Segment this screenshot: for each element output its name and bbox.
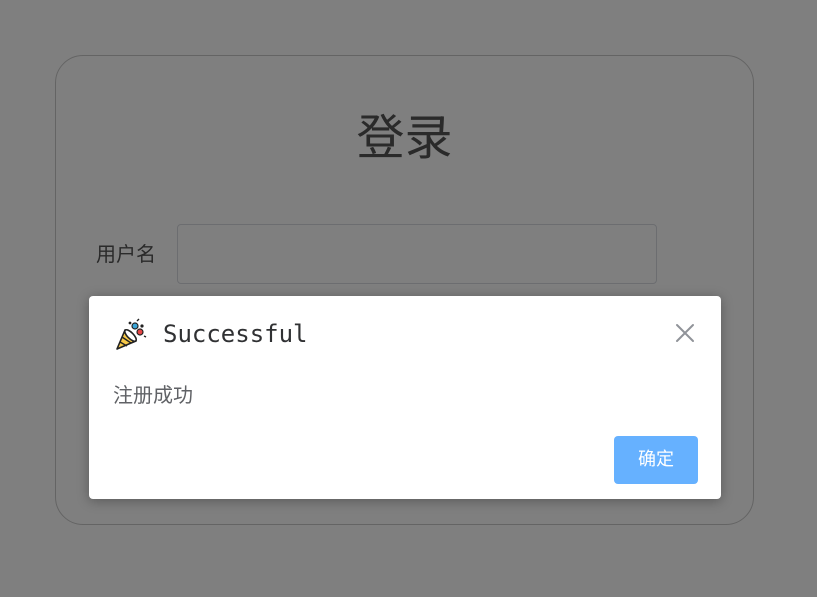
page: 登录 用户名 Successful 注册成功 确定 (0, 0, 817, 597)
dialog-message: 注册成功 (113, 383, 193, 407)
dialog-title: Successful (163, 320, 308, 348)
success-dialog: Successful 注册成功 确定 (89, 296, 721, 499)
close-icon[interactable] (673, 321, 697, 345)
party-popper-icon (116, 318, 147, 350)
confirm-button[interactable]: 确定 (614, 436, 698, 484)
